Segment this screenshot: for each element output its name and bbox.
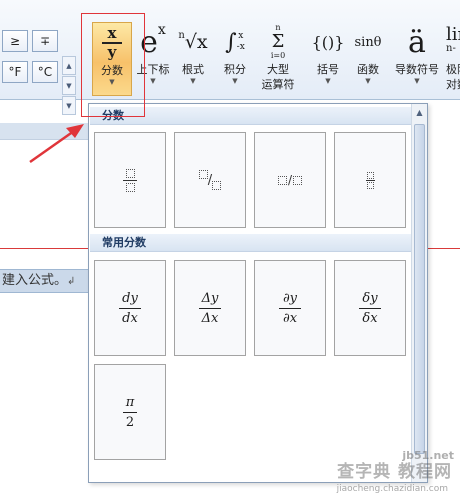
watermark-main: 查字典 教程网	[337, 462, 452, 482]
watermark: jb51.net 查字典 教程网 jiaocheng.chazidian.com	[310, 436, 460, 498]
watermark-url: jiaocheng.chazidian.com	[336, 484, 448, 494]
annotation-arrow-icon	[29, 124, 84, 164]
